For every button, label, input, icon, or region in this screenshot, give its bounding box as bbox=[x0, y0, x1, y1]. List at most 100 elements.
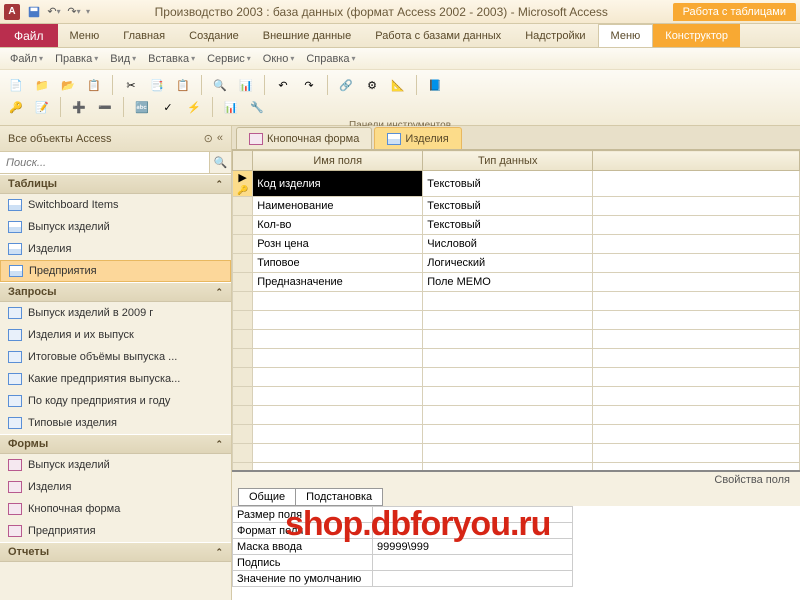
nav-item[interactable]: Кнопочная форма bbox=[0, 498, 231, 520]
tool-icon[interactable]: ✓ bbox=[158, 97, 178, 117]
app-icon: A bbox=[4, 4, 20, 20]
tool-icon[interactable]: ➖ bbox=[95, 97, 115, 117]
tool-icon[interactable]: 📄 bbox=[6, 75, 26, 95]
titlebar: A ↶▾ ↷▾ ▾ Производство 2003 : база данны… bbox=[0, 0, 800, 24]
tool-icon[interactable]: 📁 bbox=[32, 75, 52, 95]
tool-icon[interactable]: ⚡ bbox=[184, 97, 204, 117]
tab-home[interactable]: Главная bbox=[111, 24, 177, 47]
save-icon[interactable] bbox=[26, 4, 42, 20]
query-icon bbox=[8, 329, 22, 341]
nav-item[interactable]: Switchboard Items bbox=[0, 194, 231, 216]
quick-access-toolbar: ↶▾ ↷▾ ▾ bbox=[26, 4, 90, 20]
props-title: Свойства поля bbox=[232, 472, 800, 488]
tool-icon[interactable]: ↷ bbox=[299, 75, 319, 95]
nav-dropdown-icon[interactable]: ⊙ bbox=[204, 132, 213, 145]
nav-item[interactable]: Выпуск изделий bbox=[0, 216, 231, 238]
form-icon bbox=[249, 133, 263, 145]
table-icon bbox=[8, 221, 22, 233]
navigation-pane: Все объекты Access ⊙ « 🔍 Таблицы⌃Switchb… bbox=[0, 126, 232, 600]
tab-dbtools[interactable]: Работа с базами данных bbox=[363, 24, 513, 47]
menu-view[interactable]: Вид▾ bbox=[106, 53, 140, 65]
design-grid[interactable]: Имя поляТип данных▶🔑Код изделияТекстовый… bbox=[232, 150, 800, 470]
query-icon bbox=[8, 395, 22, 407]
form-icon bbox=[8, 459, 22, 471]
search-input[interactable] bbox=[0, 152, 209, 173]
nav-item[interactable]: Выпуск изделий bbox=[0, 454, 231, 476]
tool-icon[interactable]: ➕ bbox=[69, 97, 89, 117]
tab-create[interactable]: Создание bbox=[177, 24, 251, 47]
nav-item[interactable]: Предприятия bbox=[0, 260, 231, 282]
menu-window[interactable]: Окно▾ bbox=[259, 53, 299, 65]
menu-file[interactable]: Файл▾ bbox=[6, 53, 47, 65]
tab-external[interactable]: Внешние данные bbox=[251, 24, 363, 47]
ribbon-toolbar: 📄 📁 📂 📋 ✂ 📑 📋 🔍 📊 ↶ ↷ 🔗 ⚙ 📐 📘 🔑 📝 ➕ ➖ 🔤 … bbox=[0, 70, 800, 126]
menu-edit[interactable]: Правка▾ bbox=[51, 53, 102, 65]
document-tabs: Кнопочная форма Изделия bbox=[232, 126, 800, 150]
tool-icon[interactable]: 📝 bbox=[32, 97, 52, 117]
tool-icon[interactable]: 📋 bbox=[84, 75, 104, 95]
props-tab-lookup[interactable]: Подстановка bbox=[295, 488, 383, 506]
tool-icon[interactable]: 📂 bbox=[58, 75, 78, 95]
nav-item[interactable]: Изделия и их выпуск bbox=[0, 324, 231, 346]
nav-group-header[interactable]: Формы⌃ bbox=[0, 434, 231, 454]
tool-icon[interactable]: 🔗 bbox=[336, 75, 356, 95]
query-icon bbox=[8, 373, 22, 385]
tab-addins[interactable]: Надстройки bbox=[513, 24, 597, 47]
nav-group-header[interactable]: Запросы⌃ bbox=[0, 282, 231, 302]
search-icon[interactable]: 🔍 bbox=[209, 152, 231, 173]
tool-icon[interactable]: 🔧 bbox=[247, 97, 267, 117]
tab-form[interactable]: Кнопочная форма bbox=[236, 127, 372, 149]
props-tab-general[interactable]: Общие bbox=[238, 488, 295, 506]
menu-service[interactable]: Сервис▾ bbox=[203, 53, 255, 65]
tool-icon[interactable]: 📊 bbox=[236, 75, 256, 95]
tool-icon[interactable]: 📘 bbox=[425, 75, 445, 95]
tool-icon[interactable]: 🔑 bbox=[6, 97, 26, 117]
tool-icon[interactable]: 🔤 bbox=[132, 97, 152, 117]
nav-item[interactable]: Выпуск изделий в 2009 г bbox=[0, 302, 231, 324]
tool-icon[interactable]: 📐 bbox=[388, 75, 408, 95]
nav-group-header[interactable]: Отчеты⌃ bbox=[0, 542, 231, 562]
tool-icon[interactable]: 📑 bbox=[147, 75, 167, 95]
nav-item[interactable]: Какие предприятия выпуска... bbox=[0, 368, 231, 390]
file-tab[interactable]: Файл bbox=[0, 24, 58, 47]
query-icon bbox=[8, 417, 22, 429]
tool-icon[interactable]: ⚙ bbox=[362, 75, 382, 95]
form-icon bbox=[8, 481, 22, 493]
form-icon bbox=[8, 503, 22, 515]
tab-table[interactable]: Изделия bbox=[374, 127, 461, 149]
menu-insert[interactable]: Вставка▾ bbox=[144, 53, 199, 65]
table-icon bbox=[8, 243, 22, 255]
nav-item[interactable]: По коду предприятия и году bbox=[0, 390, 231, 412]
legacy-menubar: Файл▾ Правка▾ Вид▾ Вставка▾ Сервис▾ Окно… bbox=[0, 48, 800, 70]
tab-menu2[interactable]: Меню bbox=[598, 24, 654, 47]
table-icon bbox=[387, 133, 401, 145]
tool-icon[interactable]: ↶ bbox=[273, 75, 293, 95]
query-icon bbox=[8, 307, 22, 319]
undo-icon[interactable]: ↶▾ bbox=[46, 4, 62, 20]
nav-item[interactable]: Изделия bbox=[0, 476, 231, 498]
nav-item[interactable]: Изделия bbox=[0, 238, 231, 260]
nav-header[interactable]: Все объекты Access ⊙ « bbox=[0, 126, 231, 152]
nav-item[interactable]: Предприятия bbox=[0, 520, 231, 542]
nav-item[interactable]: Итоговые объёмы выпуска ... bbox=[0, 346, 231, 368]
tool-icon[interactable]: ✂ bbox=[121, 75, 141, 95]
document-area: Кнопочная форма Изделия Имя поляТип данн… bbox=[232, 126, 800, 600]
window-title: Производство 2003 : база данных (формат … bbox=[90, 5, 673, 19]
form-icon bbox=[8, 525, 22, 537]
table-icon bbox=[9, 265, 23, 277]
query-icon bbox=[8, 351, 22, 363]
field-properties: Свойства поля Общие Подстановка Размер п… bbox=[232, 470, 800, 600]
tool-icon[interactable]: 📊 bbox=[221, 97, 241, 117]
tool-icon[interactable]: 🔍 bbox=[210, 75, 230, 95]
nav-group-header[interactable]: Таблицы⌃ bbox=[0, 174, 231, 194]
nav-collapse-icon[interactable]: « bbox=[217, 132, 223, 145]
tool-icon[interactable]: 📋 bbox=[173, 75, 193, 95]
tab-menu[interactable]: Меню bbox=[58, 24, 112, 47]
redo-icon[interactable]: ↷▾ bbox=[66, 4, 82, 20]
tab-design[interactable]: Конструктор bbox=[653, 24, 740, 47]
nav-item[interactable]: Типовые изделия bbox=[0, 412, 231, 434]
menu-help[interactable]: Справка▾ bbox=[302, 53, 359, 65]
ribbon-tabs: Файл Меню Главная Создание Внешние данны… bbox=[0, 24, 800, 48]
contextual-tab-label: Работа с таблицами bbox=[673, 3, 796, 21]
table-icon bbox=[8, 199, 22, 211]
